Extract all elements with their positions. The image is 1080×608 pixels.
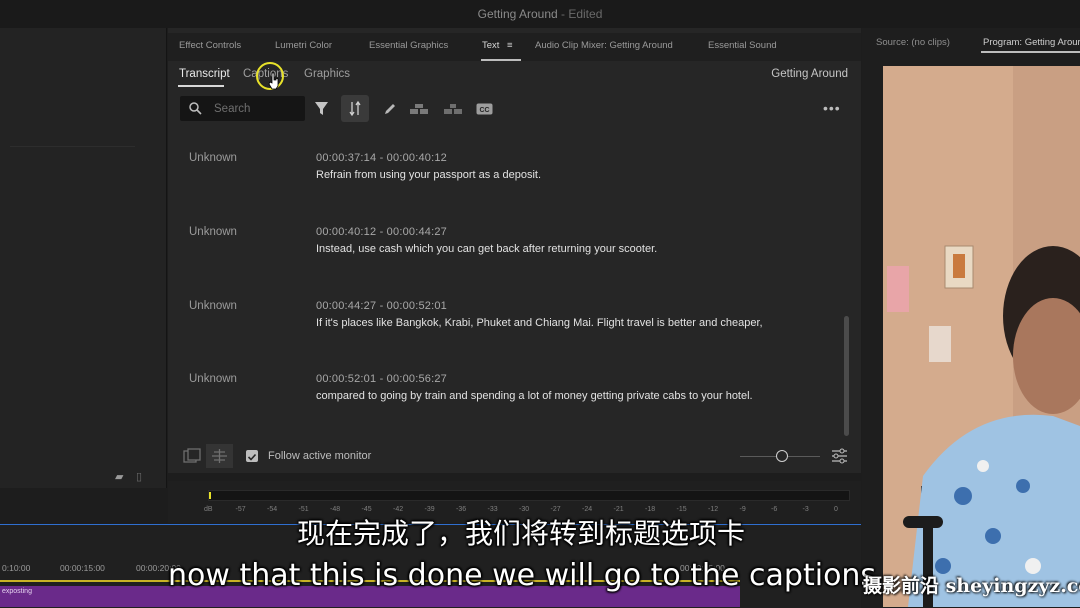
filter-icon[interactable] — [312, 96, 330, 121]
db-scale-label: -24 — [582, 506, 593, 513]
settings-sliders-icon[interactable] — [831, 448, 848, 469]
panel-menu-icon[interactable]: ≡ — [507, 40, 513, 51]
speaker-label[interactable]: Unknown — [189, 152, 237, 164]
db-scale-label: -6 — [771, 506, 778, 513]
active-tab-indicator — [481, 59, 521, 61]
svg-text:CC: CC — [479, 106, 489, 113]
follow-monitor-label: Follow active monitor — [268, 450, 372, 462]
tab-text[interactable]: Text — [482, 40, 499, 51]
new-bin-icon[interactable]: ▰ — [115, 470, 123, 483]
segment-text[interactable]: If it's places like Bangkok, Krabi, Phuk… — [316, 317, 763, 329]
transcript-segment[interactable]: Unknown 00:00:40:12 - 00:00:44:27 Instea… — [170, 202, 840, 272]
speaker-label[interactable]: Unknown — [189, 373, 237, 385]
zoom-slider-knob[interactable] — [776, 450, 788, 462]
segment-timecode: 00:00:40:12 - 00:00:44:27 — [316, 226, 447, 238]
timeline-timecode: 00:00:15:00 — [60, 563, 105, 573]
db-scale-label: -30 — [519, 506, 530, 513]
segment-text[interactable]: compared to going by train and spending … — [316, 390, 753, 402]
pencil-icon[interactable] — [381, 96, 399, 121]
segment-timecode: 00:00:37:14 - 00:00:40:12 — [316, 152, 447, 164]
db-scale-label: 0 — [834, 506, 838, 513]
align-icon — [212, 449, 227, 463]
db-scale-label: -9 — [739, 506, 746, 513]
more-options-icon[interactable]: ••• — [823, 100, 841, 116]
db-scale-label: -21 — [613, 506, 624, 513]
tab-effect-controls[interactable]: Effect Controls — [179, 40, 241, 51]
active-subtab-indicator — [178, 85, 224, 87]
program-video-frame — [883, 66, 1080, 607]
audio-meter-bar — [208, 490, 850, 501]
db-scale-label: -42 — [393, 506, 404, 513]
tab-program-monitor[interactable]: Program: Getting Arour — [983, 37, 1080, 48]
split-segment-icon[interactable] — [442, 96, 464, 121]
tab-source-monitor[interactable]: Source: (no clips) — [876, 37, 950, 48]
clip-name: exposting — [2, 588, 32, 595]
checkmark-icon — [247, 453, 257, 461]
segment-timecode: 00:00:52:01 - 00:00:56:27 — [316, 373, 447, 385]
export-captions-icon[interactable] — [183, 448, 201, 469]
sequence-name: Getting Around — [771, 68, 848, 80]
db-scale-label: -51 — [298, 506, 309, 513]
trash-icon[interactable]: ▯ — [136, 470, 142, 483]
captions-cc-icon[interactable]: CC — [474, 96, 494, 121]
timeline-timecode: 0:10:00 — [2, 563, 31, 573]
project-panel — [0, 28, 167, 488]
db-scale-label: -27 — [550, 506, 561, 513]
meter-level — [209, 492, 211, 499]
window-title: Getting Around - Edited — [0, 7, 1080, 21]
subtab-graphics[interactable]: Graphics — [304, 68, 350, 80]
tab-essential-graphics[interactable]: Essential Graphics — [369, 40, 448, 51]
db-scale-label: -39 — [424, 506, 435, 513]
segment-timecode: 00:00:44:27 - 00:00:52:01 — [316, 300, 447, 312]
follow-monitor-checkbox[interactable] — [246, 450, 258, 462]
segment-text[interactable]: Refrain from using your passport as a de… — [316, 169, 541, 181]
db-scale-label: -12 — [708, 506, 719, 513]
tab-audio-clip-mixer[interactable]: Audio Clip Mixer: Getting Around — [535, 40, 673, 51]
transcript-list: Unknown 00:00:37:14 - 00:00:40:12 Refrai… — [170, 128, 840, 438]
subtab-transcript[interactable]: Transcript — [179, 68, 230, 80]
speaker-label[interactable]: Unknown — [189, 300, 237, 312]
hand-cursor-icon — [268, 72, 279, 90]
transcript-scrollbar[interactable] — [844, 316, 849, 436]
db-scale-label: dB — [204, 506, 213, 513]
edited-indicator: - Edited — [557, 7, 603, 21]
transcript-segment[interactable]: Unknown 00:00:44:27 - 00:00:52:01 If it'… — [170, 276, 840, 346]
db-scale-label: -33 — [487, 506, 498, 513]
db-scale-label: -15 — [676, 506, 687, 513]
db-scale-label: -45 — [361, 506, 372, 513]
db-scale-label: -54 — [267, 506, 278, 513]
search-icon — [189, 102, 202, 115]
subtitle-english: now that this is done we will go to the … — [168, 558, 877, 593]
tab-essential-sound[interactable]: Essential Sound — [708, 40, 777, 51]
tab-lumetri-color[interactable]: Lumetri Color — [275, 40, 332, 51]
db-scale-label: -36 — [456, 506, 467, 513]
subtitle-chinese: 现在完成了，我们将转到标题选项卡 — [297, 517, 746, 550]
transcript-segment[interactable]: Unknown 00:00:37:14 - 00:00:40:12 Refrai… — [170, 128, 840, 198]
window-title-text: Getting Around — [477, 7, 558, 21]
merge-segments-icon[interactable] — [408, 96, 430, 121]
transcript-segment[interactable]: Unknown 00:00:52:01 - 00:00:56:27 compar… — [170, 349, 840, 419]
active-monitor-indicator — [981, 51, 1080, 53]
project-divider — [10, 146, 135, 147]
db-scale-label: -18 — [645, 506, 656, 513]
segment-text[interactable]: Instead, use cash which you can get back… — [316, 243, 657, 255]
search-input[interactable] — [208, 96, 304, 121]
align-button[interactable] — [206, 444, 233, 468]
speaker-label[interactable]: Unknown — [189, 226, 237, 238]
db-scale-label: -57 — [235, 506, 246, 513]
db-scale-label: -3 — [802, 506, 809, 513]
watermark: 摄影前沿 sheyingzyz.com — [863, 575, 1080, 597]
sync-arrows-icon — [346, 96, 364, 121]
db-scale-label: -48 — [330, 506, 341, 513]
